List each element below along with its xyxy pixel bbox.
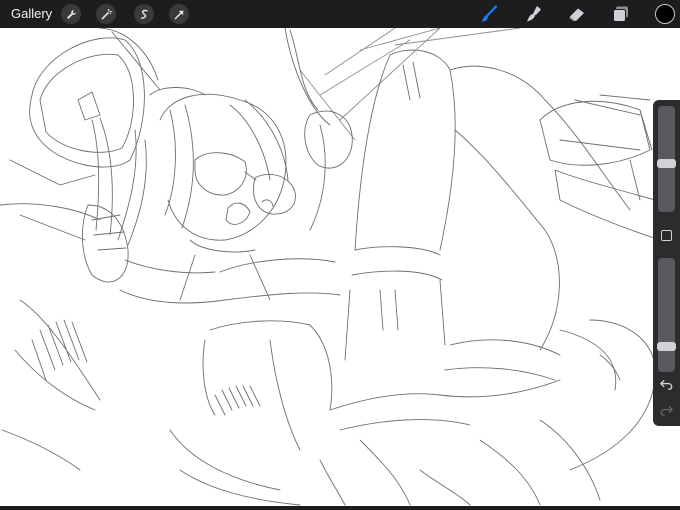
gallery-button[interactable]: Gallery xyxy=(11,6,52,22)
magic-wand-icon xyxy=(101,8,112,19)
transform-button[interactable] xyxy=(169,4,189,24)
modify-button[interactable] xyxy=(661,230,672,241)
top-toolbar: Gallery xyxy=(0,0,680,28)
brush-tool-button[interactable] xyxy=(479,4,499,24)
undo-button[interactable] xyxy=(659,377,674,392)
opacity-slider[interactable] xyxy=(657,258,676,372)
brush-size-thumb[interactable] xyxy=(657,159,676,168)
transform-arrow-icon xyxy=(174,10,183,19)
undo-icon xyxy=(660,380,673,390)
brush-size-slider[interactable] xyxy=(657,106,676,212)
smudge-icon xyxy=(527,6,541,22)
color-swatch-button[interactable] xyxy=(655,4,675,24)
drawing-canvas[interactable] xyxy=(0,28,680,506)
eraser-tool-button[interactable] xyxy=(567,4,587,24)
selection-icon xyxy=(140,9,148,19)
opacity-thumb[interactable] xyxy=(657,342,676,351)
redo-button[interactable] xyxy=(659,403,674,418)
actions-button[interactable] xyxy=(61,4,81,24)
wrench-icon xyxy=(66,9,76,19)
sketch-artwork xyxy=(0,28,661,506)
redo-icon xyxy=(660,406,673,416)
layers-icon xyxy=(613,6,628,22)
smudge-tool-button[interactable] xyxy=(524,4,544,24)
adjustments-button[interactable] xyxy=(96,4,116,24)
sidebar xyxy=(653,100,680,426)
brush-icon xyxy=(481,5,498,22)
bottom-edge xyxy=(0,506,680,510)
eraser-icon xyxy=(569,8,584,21)
layers-button[interactable] xyxy=(611,4,631,24)
selection-button[interactable] xyxy=(134,4,154,24)
